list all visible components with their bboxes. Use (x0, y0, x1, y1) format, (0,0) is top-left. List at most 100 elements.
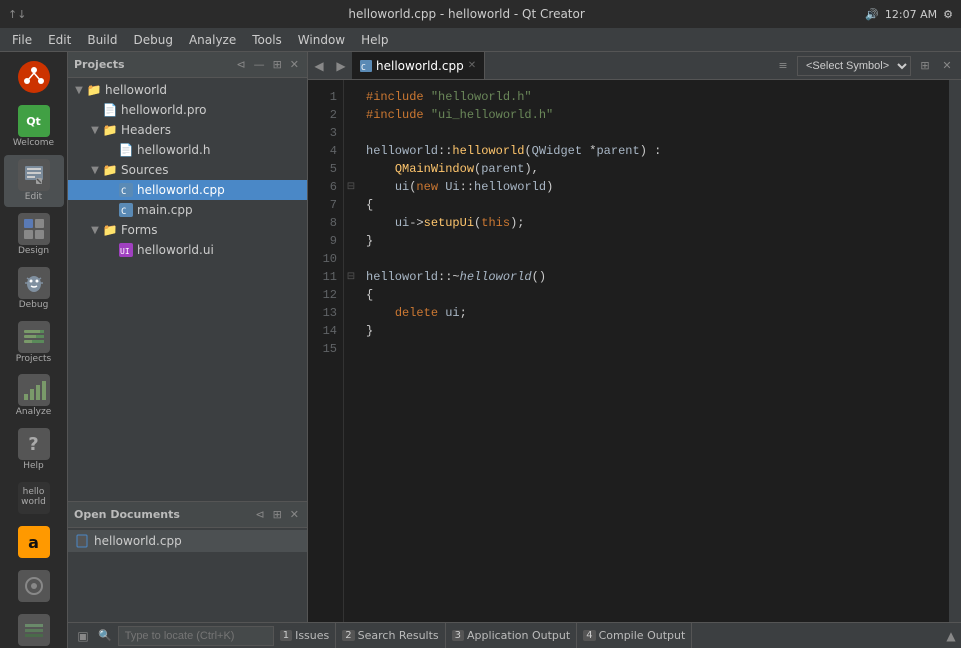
tree-item-helloworld-pro[interactable]: 📄 helloworld.pro (68, 100, 307, 120)
code-content[interactable]: #include "helloworld.h" #include "ui_hel… (358, 80, 949, 622)
menu-file[interactable]: File (4, 31, 40, 49)
sidebar-item-helloworld[interactable]: helloworld (4, 478, 64, 520)
sidebar-item-layers[interactable] (4, 610, 64, 648)
tab-split-btn[interactable]: ⊞ (915, 56, 935, 76)
tree-name-pro: helloworld.pro (121, 103, 303, 117)
tree-name-helloworld-cpp: helloworld.cpp (137, 183, 303, 197)
tree-item-helloworld-h[interactable]: 📄 helloworld.h (68, 140, 307, 160)
projects-panel-actions: ⊲ — ⊞ ✕ (234, 57, 301, 72)
projects-collapse-btn[interactable]: — (252, 57, 267, 72)
menu-debug[interactable]: Debug (125, 31, 180, 49)
tab-symbol-select-area: ≡ <Select Symbol> ⊞ ✕ (485, 56, 961, 76)
layers-icon (18, 614, 50, 646)
sidebar-item-projects[interactable]: Projects (4, 317, 64, 369)
editor-scrollbar[interactable] (949, 80, 961, 622)
bottom-tab-search-results[interactable]: 2 Search Results (336, 623, 445, 648)
titlebar-window-controls: ↑↓ (8, 8, 26, 21)
folder-icon-sources: 📁 (102, 162, 118, 178)
folder-icon-helloworld: 📁 (86, 82, 102, 98)
projects-close-btn[interactable]: ✕ (288, 57, 301, 72)
projects-panel-header: Projects ⊲ — ⊞ ✕ (68, 52, 307, 78)
sidebar-item-edit[interactable]: Edit (4, 155, 64, 207)
sidebar-item-analyze[interactable]: Analyze (4, 370, 64, 422)
tree-item-headers[interactable]: ▼ 📁 Headers (68, 120, 307, 140)
sidebar-item-design[interactable]: Design (4, 209, 64, 261)
sidebar-item-welcome-label: Welcome (13, 139, 54, 149)
main-cpp-icon: C (118, 202, 134, 218)
line-numbers: 1 2 3 4 5 6 7 8 9 10 11 12 13 14 (308, 80, 344, 622)
open-docs-close-btn[interactable]: ✕ (288, 507, 301, 522)
app-output-tab-num: 3 (452, 630, 464, 641)
tree-item-main-cpp[interactable]: C main.cpp (68, 200, 307, 220)
sidebar-item-help[interactable]: ? Help (4, 424, 64, 476)
tab-close-editor-btn[interactable]: ✕ (937, 56, 957, 76)
open-doc-name: helloworld.cpp (94, 534, 182, 548)
open-docs-config-btn[interactable]: ⊲ (253, 507, 266, 522)
menu-tools[interactable]: Tools (244, 31, 290, 49)
titlebar: ↑↓ helloworld.cpp - helloworld - Qt Crea… (0, 0, 961, 28)
projects-filter-btn[interactable]: ⊲ (234, 57, 247, 72)
tree-arrow-sources: ▼ (88, 165, 102, 176)
fold-btn-11[interactable]: ⊟ (344, 268, 358, 286)
tab-nav-prev[interactable]: ◀ (308, 52, 330, 80)
bottom-bar: ▣ 🔍 1 Issues 2 Search Results 3 Applicat… (68, 622, 961, 648)
open-docs-split-btn[interactable]: ⊞ (271, 507, 284, 522)
sidebar-item-tools[interactable] (4, 566, 64, 608)
symbol-dropdown[interactable]: <Select Symbol> (797, 56, 911, 76)
sidebar-item-analyze-label: Analyze (16, 408, 51, 418)
compile-output-tab-label: Compile Output (599, 629, 686, 642)
tree-item-helloworld-ui[interactable]: UI helloworld.ui (68, 240, 307, 260)
edit-icon (18, 159, 50, 191)
code-line-9: } (366, 232, 941, 250)
menu-build[interactable]: Build (79, 31, 125, 49)
menu-help[interactable]: Help (353, 31, 396, 49)
cpp-file-icon: C (118, 182, 134, 198)
code-editor[interactable]: 1 2 3 4 5 6 7 8 9 10 11 12 13 14 (308, 80, 961, 622)
sidebar-item-design-label: Design (18, 247, 49, 257)
editor-tab-helloworld-cpp[interactable]: C helloworld.cpp ✕ (352, 52, 485, 80)
sidebar-item-amazon[interactable]: a (4, 522, 64, 564)
bottom-arrow-btn[interactable]: ▲ (941, 623, 961, 648)
projects-split-btn[interactable]: ⊞ (271, 57, 284, 72)
svg-text:C: C (121, 207, 126, 217)
tree-item-helloworld-root[interactable]: ▼ 📁 helloworld (68, 80, 307, 100)
sidebar-icons: Qt Welcome Edit (0, 52, 68, 648)
sidebar-item-ubuntu[interactable] (4, 57, 64, 99)
issues-tab-label: Issues (295, 629, 329, 642)
open-doc-item-helloworld-cpp[interactable]: helloworld.cpp (68, 530, 307, 552)
bottom-tab-compile-output[interactable]: 4 Compile Output (577, 623, 692, 648)
titlebar-controls: 🔊 12:07 AM ⚙ (865, 8, 953, 21)
menu-analyze[interactable]: Analyze (181, 31, 244, 49)
fold-btn-6[interactable]: ⊟ (344, 178, 358, 196)
titlebar-settings-icon[interactable]: ⚙ (943, 8, 953, 21)
search-icon-bottom: 🔍 (98, 629, 112, 642)
code-line-3 (366, 124, 941, 142)
tab-extra-btn-1[interactable]: ≡ (773, 56, 793, 76)
left-panel: Projects ⊲ — ⊞ ✕ ▼ 📁 helloworl (68, 52, 308, 622)
tab-nav-next[interactable]: ▶ (330, 52, 352, 80)
titlebar-audio-icon: 🔊 (865, 8, 879, 21)
tab-close-btn[interactable]: ✕ (468, 60, 476, 71)
tree-name-main-cpp: main.cpp (137, 203, 303, 217)
sidebar-item-debug[interactable]: Debug (4, 263, 64, 315)
tree-item-sources[interactable]: ▼ 📁 Sources (68, 160, 307, 180)
tree-item-forms[interactable]: ▼ 📁 Forms (68, 220, 307, 240)
welcome-icon: Qt (18, 105, 50, 137)
tab-filename: helloworld.cpp (376, 59, 464, 73)
tree-name-helloworld: helloworld (105, 83, 303, 97)
sidebar-item-projects-label: Projects (16, 355, 51, 365)
menu-edit[interactable]: Edit (40, 31, 79, 49)
bottom-toggle-btn[interactable]: ▣ (72, 625, 94, 647)
bottom-search-input[interactable] (118, 626, 274, 646)
fold-gutter: ⊟ ⊟ (344, 80, 358, 622)
code-line-11: helloworld::~helloworld() (366, 268, 941, 286)
bottom-tab-issues[interactable]: 1 Issues (274, 623, 337, 648)
menu-window[interactable]: Window (290, 31, 353, 49)
tree-item-helloworld-cpp[interactable]: C helloworld.cpp (68, 180, 307, 200)
titlebar-title: helloworld.cpp - helloworld - Qt Creator (68, 7, 865, 21)
sidebar-item-debug-label: Debug (19, 301, 49, 311)
tree-arrow-forms: ▼ (88, 225, 102, 236)
bottom-tab-app-output[interactable]: 3 Application Output (446, 623, 578, 648)
tree-name-helloworld-h: helloworld.h (137, 143, 303, 157)
sidebar-item-welcome[interactable]: Qt Welcome (4, 101, 64, 153)
